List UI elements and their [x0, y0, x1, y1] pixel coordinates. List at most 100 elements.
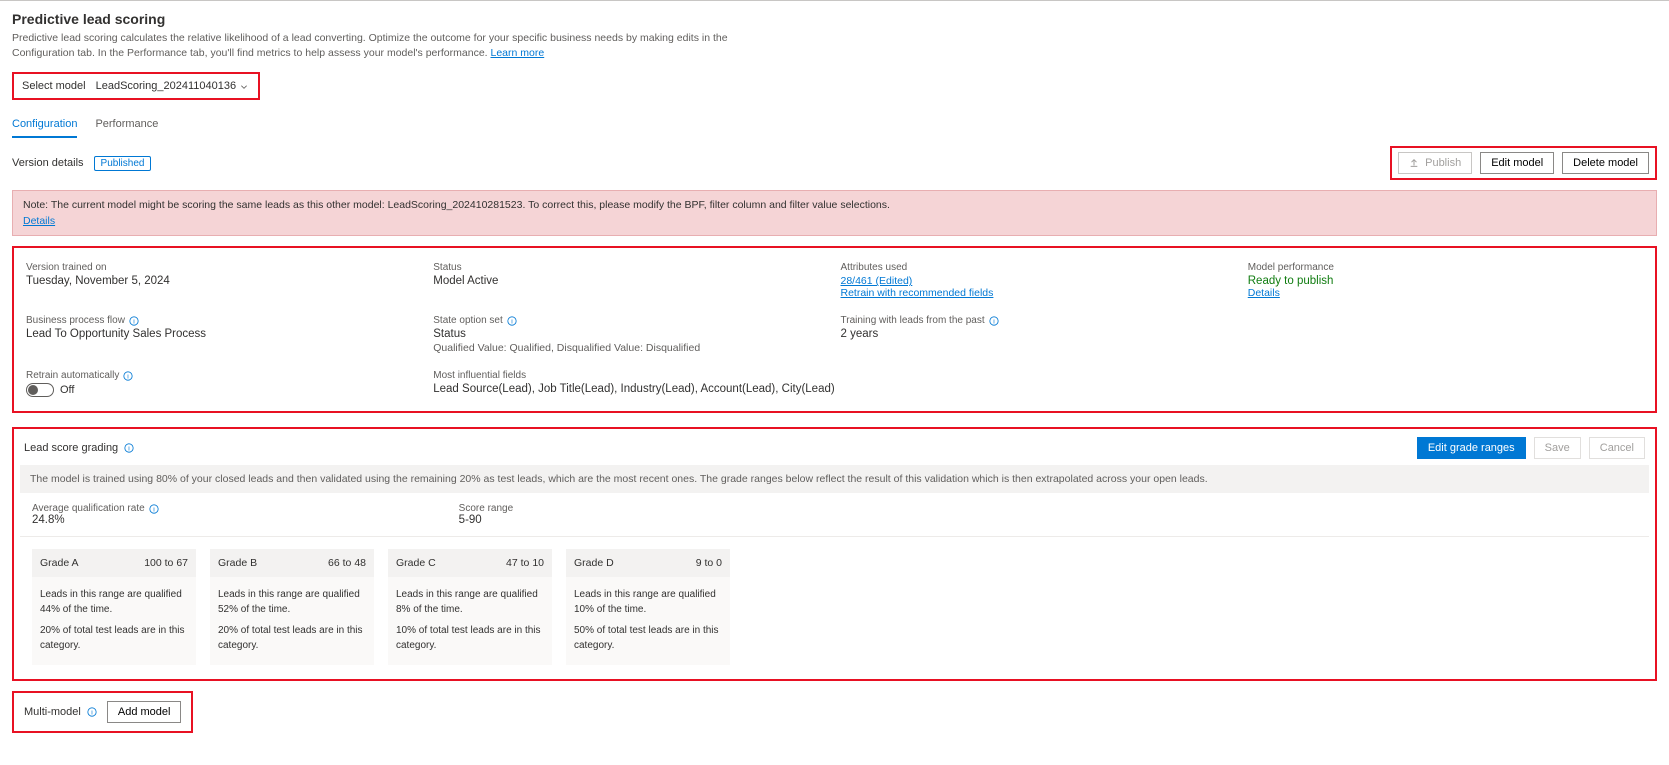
- score-range-value: 5-90: [459, 514, 513, 526]
- grade-line1: Leads in this range are qualified 8% of …: [396, 587, 544, 617]
- tab-configuration[interactable]: Configuration: [12, 114, 77, 138]
- info-icon[interactable]: i: [989, 316, 999, 326]
- select-model-bar: Select model LeadScoring_202411040136: [12, 72, 260, 100]
- save-button: Save: [1534, 437, 1581, 459]
- version-details: Version details Published: [12, 156, 151, 171]
- grade-line2: 50% of total test leads are in this cate…: [574, 623, 722, 653]
- attributes-value-link[interactable]: 28/461 (Edited): [841, 275, 913, 287]
- lead-score-grading-section: Lead score grading i Edit grade ranges S…: [12, 427, 1657, 681]
- avg-qualification: Average qualification rate i 24.8%: [32, 503, 159, 526]
- select-model-dropdown[interactable]: LeadScoring_202411040136: [96, 80, 248, 92]
- retrain-label: Retrain automatically: [26, 370, 119, 381]
- sos-subvalue: Qualified Value: Qualified, Disqualified…: [433, 342, 828, 354]
- sos-label: State option set: [433, 315, 503, 326]
- field-attributes: Attributes used 28/461 (Edited) Retrain …: [841, 262, 1236, 299]
- status-label: Status: [433, 262, 828, 273]
- grade-line2: 20% of total test leads are in this cate…: [218, 623, 366, 653]
- svg-text:i: i: [993, 318, 995, 325]
- score-range: Score range 5-90: [459, 503, 513, 526]
- grade-line1: Leads in this range are qualified 10% of…: [574, 587, 722, 617]
- field-performance: Model performance Ready to publish Detai…: [1248, 262, 1643, 299]
- svg-text:i: i: [128, 373, 130, 380]
- grade-name: Grade D: [574, 557, 614, 569]
- select-model-label: Select model: [22, 80, 86, 92]
- training-past-value: 2 years: [841, 328, 1236, 340]
- chevron-down-icon: [240, 82, 248, 90]
- attributes-label: Attributes used: [841, 262, 1236, 273]
- delete-model-button[interactable]: Delete model: [1562, 152, 1649, 174]
- grade-range: 100 to 67: [144, 557, 188, 569]
- grade-range: 66 to 48: [328, 557, 366, 569]
- retrain-value: Off: [60, 384, 74, 396]
- score-range-label: Score range: [459, 503, 513, 514]
- svg-text:i: i: [91, 710, 93, 717]
- field-training-past: Training with leads from the past i 2 ye…: [841, 315, 1236, 354]
- field-status: Status Model Active: [433, 262, 828, 299]
- influential-value: Lead Source(Lead), Job Title(Lead), Indu…: [433, 383, 1643, 395]
- warning-banner: Note: The current model might be scoring…: [12, 190, 1657, 236]
- learn-more-link[interactable]: Learn more: [491, 47, 545, 59]
- sos-value: Status: [433, 328, 828, 340]
- performance-value: Ready to publish: [1248, 275, 1643, 287]
- tabs: Configuration Performance: [12, 114, 1657, 138]
- grading-title: Lead score grading: [24, 442, 118, 454]
- grade-line1: Leads in this range are qualified 44% of…: [40, 587, 188, 617]
- page-title: Predictive lead scoring: [12, 11, 1657, 27]
- cancel-button: Cancel: [1589, 437, 1645, 459]
- publish-button: Publish: [1398, 152, 1472, 174]
- warning-text: Note: The current model might be scoring…: [23, 199, 1646, 211]
- edit-model-button[interactable]: Edit model: [1480, 152, 1554, 174]
- grade-name: Grade B: [218, 557, 257, 569]
- field-trained-on: Version trained on Tuesday, November 5, …: [26, 262, 421, 299]
- grade-card-d: Grade D 9 to 0 Leads in this range are q…: [566, 549, 730, 665]
- grade-card-b: Grade B 66 to 48 Leads in this range are…: [210, 549, 374, 665]
- info-icon[interactable]: i: [123, 371, 133, 381]
- retrain-toggle[interactable]: [26, 383, 54, 397]
- multi-model-section: Multi-model i Add model: [12, 691, 193, 733]
- grading-explain: The model is trained using 80% of your c…: [20, 465, 1649, 493]
- warning-details-link[interactable]: Details: [23, 215, 55, 227]
- info-icon[interactable]: i: [507, 316, 517, 326]
- grade-range: 9 to 0: [696, 557, 722, 569]
- model-action-buttons: Publish Edit model Delete model: [1390, 146, 1657, 180]
- training-past-label: Training with leads from the past: [841, 315, 985, 326]
- svg-text:i: i: [153, 506, 155, 513]
- add-model-button[interactable]: Add model: [107, 701, 182, 723]
- field-state-option-set: State option set i Status Qualified Valu…: [433, 315, 828, 354]
- published-badge: Published: [94, 156, 152, 171]
- info-icon[interactable]: i: [129, 316, 139, 326]
- field-bpf: Business process flow i Lead To Opportun…: [26, 315, 421, 354]
- grade-line2: 10% of total test leads are in this cate…: [396, 623, 544, 653]
- retrain-recommended-link[interactable]: Retrain with recommended fields: [841, 287, 994, 299]
- info-icon[interactable]: i: [149, 504, 159, 514]
- grade-card-c: Grade C 47 to 10 Leads in this range are…: [388, 549, 552, 665]
- grade-name: Grade C: [396, 557, 436, 569]
- status-value: Model Active: [433, 275, 828, 287]
- field-retrain-auto: Retrain automatically i Off: [26, 370, 421, 397]
- version-details-label: Version details: [12, 157, 84, 169]
- grade-line1: Leads in this range are qualified 52% of…: [218, 587, 366, 617]
- grade-card-a: Grade A 100 to 67 Leads in this range ar…: [32, 549, 196, 665]
- info-icon[interactable]: i: [124, 443, 134, 453]
- page-subtitle-text: Predictive lead scoring calculates the r…: [12, 32, 728, 59]
- model-details-panel: Version trained on Tuesday, November 5, …: [12, 246, 1657, 413]
- svg-text:i: i: [511, 318, 513, 325]
- grade-range: 47 to 10: [506, 557, 544, 569]
- edit-grade-ranges-button[interactable]: Edit grade ranges: [1417, 437, 1526, 459]
- grades-row: Grade A 100 to 67 Leads in this range ar…: [20, 537, 1649, 679]
- trained-on-value: Tuesday, November 5, 2024: [26, 275, 421, 287]
- bpf-label: Business process flow: [26, 315, 125, 326]
- publish-label: Publish: [1425, 157, 1461, 169]
- svg-text:i: i: [128, 446, 130, 453]
- select-model-value: LeadScoring_202411040136: [96, 80, 236, 92]
- bpf-value: Lead To Opportunity Sales Process: [26, 328, 421, 340]
- svg-text:i: i: [133, 318, 135, 325]
- field-influential: Most influential fields Lead Source(Lead…: [433, 370, 1643, 397]
- info-icon[interactable]: i: [87, 707, 97, 717]
- tab-performance[interactable]: Performance: [95, 114, 158, 138]
- multi-model-title: Multi-model: [24, 706, 81, 718]
- avg-qualification-label: Average qualification rate: [32, 503, 145, 514]
- influential-label: Most influential fields: [433, 370, 1643, 381]
- performance-details-link[interactable]: Details: [1248, 287, 1280, 299]
- grade-line2: 20% of total test leads are in this cate…: [40, 623, 188, 653]
